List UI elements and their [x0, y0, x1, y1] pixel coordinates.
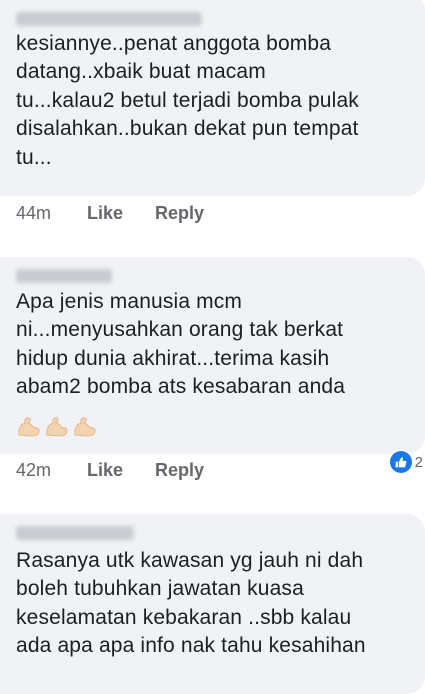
comment-author-name[interactable]	[16, 269, 112, 283]
comment-actions: 44m Like Reply	[16, 203, 204, 224]
comment-bubble: kesiannye..penat anggota bomba datang..x…	[0, 0, 425, 196]
comment-timestamp[interactable]: 44m	[16, 203, 87, 224]
flexed-biceps-icon	[74, 417, 96, 437]
comment-text: Apa jenis manusia mcm ni...menyusahkan o…	[16, 290, 346, 399]
thumbs-up-icon	[389, 451, 412, 473]
comment-author-name[interactable]	[16, 12, 202, 26]
comment-timestamp[interactable]: 42m	[16, 460, 87, 481]
reaction-summary[interactable]: 2	[389, 451, 423, 473]
like-button[interactable]: Like	[87, 203, 155, 224]
reply-button[interactable]: Reply	[155, 460, 204, 481]
comment-text: Rasanya utk kawasan yg jauh ni dah boleh…	[16, 549, 366, 658]
emoji-row	[16, 415, 98, 439]
comment-author-name[interactable]	[16, 526, 134, 540]
comment-bubble: Apa jenis manusia mcm ni...menyusahkan o…	[0, 257, 425, 454]
flexed-biceps-icon	[18, 417, 40, 437]
reaction-count: 2	[414, 453, 423, 471]
comment-actions: 42m Like Reply	[16, 460, 204, 481]
like-button[interactable]: Like	[87, 460, 155, 481]
flexed-biceps-icon	[46, 417, 68, 437]
comment-bubble: Rasanya utk kawasan yg jauh ni dah boleh…	[0, 514, 425, 694]
comment-text: kesiannye..penat anggota bomba datang..x…	[16, 32, 359, 169]
reply-button[interactable]: Reply	[155, 203, 204, 224]
